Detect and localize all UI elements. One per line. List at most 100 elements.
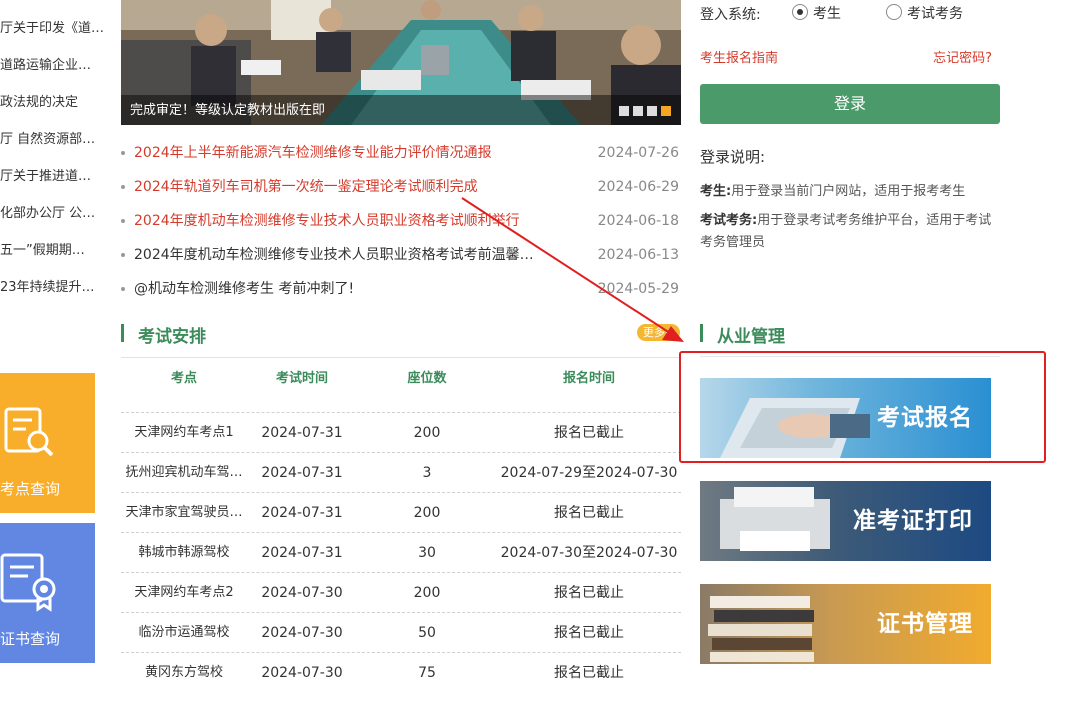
venue-cell: 韩城市韩源驾校 (138, 545, 230, 560)
venue-cell: 临汾市运通驾校 (138, 625, 230, 640)
table-row[interactable]: 天津网约车考点1 2024-07-31 200 报名已截止 (121, 412, 681, 452)
table-row[interactable]: 临汾市运通驾校 2024-07-30 50 报名已截止 (121, 612, 681, 652)
exam-date-cell: 2024-07-30 (261, 585, 343, 601)
news-item[interactable]: 2024年轨道列车司机第一次统一鉴定理论考试顺利完成 2024-06-29 (121, 170, 681, 204)
exam-table-header: 考点 考试时间 座位数 报名时间 (121, 358, 681, 400)
news-date: 2024-06-18 (597, 213, 679, 229)
more-button[interactable]: 更多+ (637, 324, 680, 341)
news-slider[interactable]: 完成审定！等级认定教材出版在即 (121, 0, 681, 125)
bullet-icon (121, 151, 125, 155)
admission-ticket-label: 准考证打印 (853, 508, 973, 534)
news-item[interactable]: 2024年度机动车检测维修专业技术人员职业资格考试顺利举行 2024-06-18 (121, 204, 681, 238)
exam-date-cell: 2024-07-31 (261, 505, 343, 521)
table-row[interactable]: 天津市家宜驾驶员… 2024-07-31 200 报名已截止 (121, 492, 681, 532)
left-news-item[interactable]: 23年持续提升… (0, 273, 108, 303)
radio-checked-icon[interactable] (792, 4, 808, 20)
column-header: 考试时间 (275, 371, 328, 386)
exam-date-cell: 2024-07-31 (261, 465, 343, 481)
candidate-key: 考生: (700, 184, 732, 199)
exam-date-cell: 2024-07-31 (261, 425, 343, 441)
annotation-highlight-box (679, 351, 1046, 463)
login-system-label: 登入系统: (700, 7, 761, 23)
bullet-icon (121, 287, 125, 291)
exam-section-heading: 考试安排 (121, 322, 421, 347)
exam-date-cell: 2024-07-31 (261, 545, 343, 561)
exam-section-title: 考试安排 (138, 327, 206, 347)
venue-cell: 天津网约车考点2 (134, 585, 234, 600)
practice-section-heading: 从业管理 (700, 322, 1000, 347)
news-date: 2024-05-29 (597, 281, 679, 297)
heading-bar (700, 324, 703, 342)
forgot-password-link[interactable]: 忘记密码? (933, 47, 992, 66)
bullet-icon (121, 253, 125, 257)
registration-cell: 报名已截止 (554, 425, 624, 441)
left-news-item[interactable]: 厅关于印发《道… (0, 14, 108, 44)
slider-dots (619, 106, 671, 116)
bullet-icon (121, 185, 125, 189)
venue-query-label: 考点查询 (0, 480, 61, 498)
seats-cell: 75 (418, 665, 436, 681)
news-item[interactable]: 2024年度机动车检测维修专业技术人员职业资格考试考前温馨… 2024-06-1… (121, 238, 681, 272)
news-title[interactable]: 2024年度机动车检测维修专业技术人员职业资格考试考前温馨… (134, 238, 534, 272)
registration-cell: 2024-07-29至2024-07-30 (500, 465, 678, 481)
login-description-affairs: 考试考务:用于登录考试考务维护平台，适用于考试考务管理员 (700, 210, 1000, 254)
left-news-item[interactable]: 厅 自然资源部… (0, 125, 108, 155)
radio-candidate-label[interactable]: 考生 (813, 3, 841, 23)
exam-table: 考点 考试时间 座位数 报名时间 天津网约车考点1 2024-07-31 200… (121, 357, 681, 681)
slider-dot[interactable] (647, 106, 657, 116)
document-search-icon (4, 407, 54, 457)
admission-ticket-banner[interactable]: 准考证打印 (700, 481, 991, 561)
column-header: 报名时间 (562, 371, 615, 386)
news-date: 2024-06-29 (597, 179, 679, 195)
slider-dot-active[interactable] (661, 106, 671, 116)
table-row[interactable]: 韩城市韩源驾校 2024-07-31 30 2024-07-30至2024-07… (121, 532, 681, 572)
exam-date-cell: 2024-07-30 (261, 665, 343, 681)
left-news-item[interactable]: 厅关于推进道… (0, 162, 108, 192)
books-image (708, 596, 814, 662)
registration-cell: 2024-07-30至2024-07-30 (500, 545, 678, 561)
seats-cell: 3 (422, 465, 432, 481)
slider-caption[interactable]: 完成审定！等级认定教材出版在即 (130, 99, 325, 118)
login-description-candidate: 考生:用于登录当前门户网站，适用于报考考生 (700, 181, 1000, 203)
seats-cell: 200 (413, 425, 441, 441)
registration-cell: 报名已截止 (554, 625, 624, 641)
seats-cell: 50 (418, 625, 436, 641)
heading-bar (121, 324, 124, 342)
news-title[interactable]: 2024年度机动车检测维修专业技术人员职业资格考试顺利举行 (134, 204, 534, 238)
bullet-icon (121, 219, 125, 223)
column-header: 座位数 (407, 371, 447, 386)
certificate-management-banner[interactable]: 证书管理 (700, 584, 991, 664)
news-date: 2024-07-26 (597, 145, 679, 161)
slider-dot[interactable] (633, 106, 643, 116)
venue-cell: 黄冈东方驾校 (144, 665, 223, 680)
venue-cell: 天津网约车考点1 (134, 425, 234, 440)
left-news-item[interactable]: 政法规的决定 (0, 88, 108, 118)
news-title[interactable]: 2024年上半年新能源汽车检测维修专业能力评价情况通报 (134, 136, 534, 170)
radio-affairs-label[interactable]: 考试考务 (907, 3, 963, 23)
venue-query-tile[interactable]: 考点查询 (0, 373, 95, 513)
news-date: 2024-06-13 (597, 247, 679, 263)
cert-query-tile[interactable]: 证书查询 (0, 523, 95, 663)
candidate-text: 用于登录当前门户网站，适用于报考考生 (731, 184, 966, 199)
registration-cell: 报名已截止 (554, 665, 624, 681)
news-title[interactable]: @机动车检测维修考生 考前冲刺了! (134, 272, 534, 306)
seats-cell: 200 (413, 585, 441, 601)
seats-cell: 200 (413, 505, 441, 521)
table-row[interactable]: 黄冈东方驾校 2024-07-30 75 报名已截止 (121, 652, 681, 692)
registration-guide-link[interactable]: 考生报名指南 (700, 47, 778, 66)
slider-dot[interactable] (619, 106, 629, 116)
left-news-item[interactable]: 道路运输企业… (0, 51, 108, 81)
registration-cell: 报名已截止 (554, 505, 624, 521)
news-title[interactable]: 2024年轨道列车司机第一次统一鉴定理论考试顺利完成 (134, 170, 534, 204)
printer-image (720, 487, 830, 551)
login-button[interactable]: 登录 (700, 84, 1000, 124)
table-row[interactable]: 天津网约车考点2 2024-07-30 200 报名已截止 (121, 572, 681, 612)
news-item[interactable]: 2024年上半年新能源汽车检测维修专业能力评价情况通报 2024-07-26 (121, 136, 681, 170)
left-news-item[interactable]: 化部办公厅 公… (0, 199, 108, 229)
news-item[interactable]: @机动车检测维修考生 考前冲刺了! 2024-05-29 (121, 272, 681, 306)
left-news-item[interactable]: 五一”假期期… (0, 236, 108, 266)
exam-date-cell: 2024-07-30 (261, 625, 343, 641)
cert-query-label: 证书查询 (0, 630, 61, 648)
radio-unchecked-icon[interactable] (886, 4, 902, 20)
table-row[interactable]: 抚州迎宾机动车驾… 2024-07-31 3 2024-07-29至2024-0… (121, 452, 681, 492)
